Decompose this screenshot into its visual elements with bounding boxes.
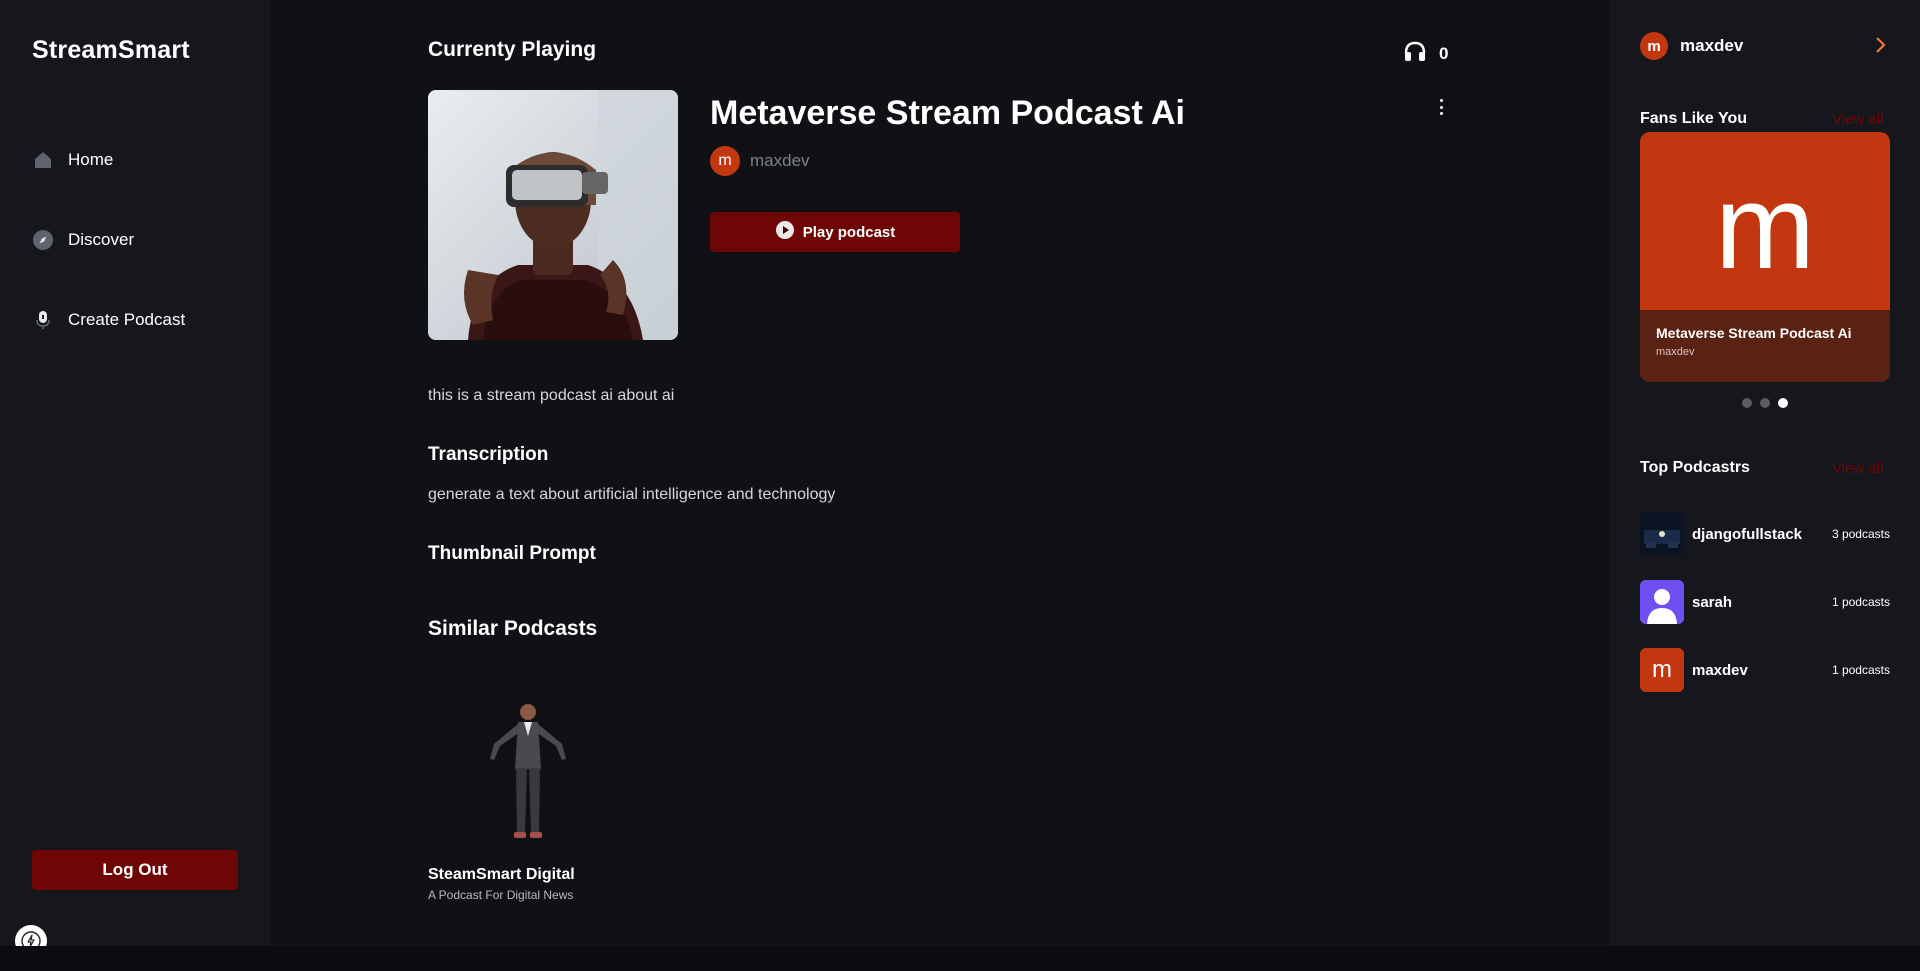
podcaster-name: djangofullstack	[1692, 525, 1803, 543]
podcaster-thumbnail	[1640, 512, 1684, 556]
fan-card-letter: m	[1715, 160, 1815, 294]
logout-button[interactable]: Log Out	[32, 850, 238, 890]
nav-label-create-podcast: Create Podcast	[68, 310, 186, 329]
podcaster-name: sarah	[1692, 593, 1733, 611]
main-content: Currenty Playing 0 Metaverse Stream Podc…	[270, 0, 1610, 946]
podcaster-initial-avatar: m	[1640, 648, 1684, 692]
currently-playing-title: Currenty Playing	[428, 38, 597, 61]
podcaster-count: 1 podcasts	[1831, 663, 1890, 677]
transcription-heading: Transcription	[428, 444, 549, 465]
podcast-title: Metaverse Stream Podcast Ai	[710, 94, 1185, 132]
listener-count-value: 0	[1439, 43, 1449, 63]
headphones-icon	[1403, 40, 1427, 67]
top-podcasters-heading: Top Podcastrs	[1640, 459, 1750, 476]
similar-podcast-card[interactable]: SteamSmart Digital A Podcast For Digital…	[428, 664, 628, 902]
bottom-bar	[0, 946, 1920, 971]
carousel-dots	[1742, 398, 1788, 408]
nav-item-discover[interactable]: Discover	[32, 229, 134, 251]
top-podcaster-row[interactable]: sarah 1 podcasts	[1640, 580, 1890, 624]
play-podcast-label: Play podcast	[802, 223, 896, 241]
nav-label-home: Home	[68, 150, 114, 169]
nav-item-create-podcast[interactable]: Create Podcast	[32, 309, 185, 331]
top-podcasters-view-all-link[interactable]: View all	[1832, 460, 1883, 477]
podcaster-name: maxdev	[1692, 661, 1748, 679]
similar-podcast-image	[428, 664, 628, 854]
fans-view-all-link[interactable]: View all	[1832, 111, 1883, 128]
author-name: maxdev	[750, 151, 810, 170]
listener-count: 0	[1403, 40, 1448, 67]
play-podcast-button[interactable]: Play podcast	[710, 212, 960, 252]
more-options-icon[interactable]	[1435, 97, 1447, 117]
user-profile-link[interactable]: m maxdev	[1640, 32, 1743, 60]
podcaster-count: 1 podcasts	[1831, 595, 1890, 609]
thumbnail-prompt-heading: Thumbnail Prompt	[428, 543, 596, 564]
fan-card-overlay: Metaverse Stream Podcast Ai maxdev	[1640, 310, 1890, 382]
nav-label-discover: Discover	[68, 230, 135, 249]
podcast-cover-image	[428, 90, 678, 340]
user-placeholder-icon	[1640, 580, 1684, 624]
similar-podcast-name: SteamSmart Digital	[428, 866, 575, 883]
right-sidebar: m maxdev Fans Like You View all m Metave…	[1610, 0, 1920, 946]
podcast-author[interactable]: m maxdev	[710, 146, 810, 176]
microphone-icon	[32, 309, 54, 331]
similar-podcasts-heading: Similar Podcasts	[428, 617, 598, 640]
fans-like-you-heading: Fans Like You	[1640, 110, 1747, 127]
fan-podcast-card[interactable]: m Metaverse Stream Podcast Ai maxdev	[1640, 132, 1890, 382]
home-icon	[32, 149, 54, 171]
carousel-dot[interactable]	[1760, 398, 1770, 408]
compass-icon	[32, 229, 54, 251]
top-podcaster-row[interactable]: djangofullstack 3 podcasts	[1640, 512, 1890, 556]
left-sidebar: StreamSmart Home Discover Create Podcast…	[0, 0, 270, 946]
chevron-right-icon[interactable]	[1874, 36, 1888, 59]
play-icon	[775, 220, 795, 244]
carousel-dot[interactable]	[1742, 398, 1752, 408]
podcaster-count: 3 podcasts	[1831, 527, 1890, 541]
author-avatar: m	[710, 146, 740, 176]
fan-card-author: maxdev	[1656, 346, 1695, 358]
carousel-dot-active[interactable]	[1778, 398, 1788, 408]
user-name: maxdev	[1680, 36, 1744, 55]
similar-podcast-description: A Podcast For Digital News	[428, 888, 574, 902]
nav-item-home[interactable]: Home	[32, 149, 113, 171]
top-podcaster-row[interactable]: m maxdev 1 podcasts	[1640, 648, 1890, 692]
user-avatar: m	[1640, 32, 1668, 60]
fan-card-title: Metaverse Stream Podcast Ai	[1656, 325, 1852, 341]
transcription-text: generate a text about artificial intelli…	[428, 486, 836, 503]
podcast-description: this is a stream podcast ai about ai	[428, 387, 675, 404]
brand-logo[interactable]: StreamSmart	[32, 36, 190, 65]
